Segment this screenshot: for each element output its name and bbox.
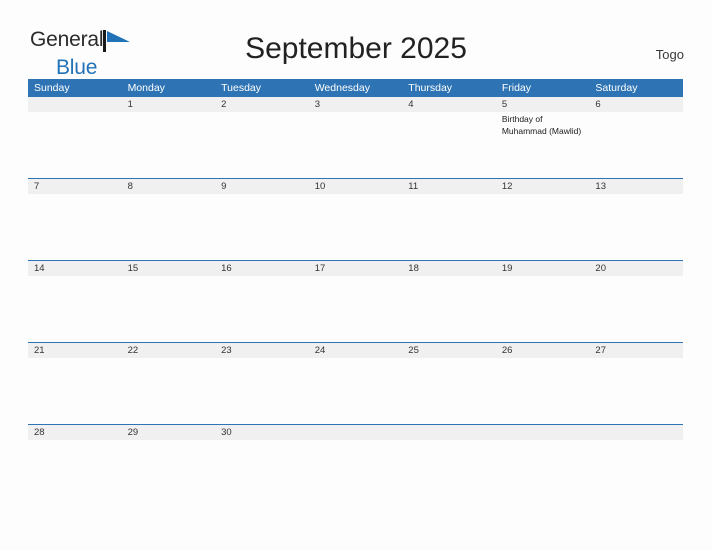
- day-cell[interactable]: 29: [122, 425, 216, 506]
- day-cell[interactable]: 30: [215, 425, 309, 506]
- day-cell[interactable]: 1: [122, 97, 216, 178]
- day-number: 13: [595, 181, 606, 192]
- day-number: [408, 425, 492, 440]
- weekday-header-friday: Friday: [501, 82, 532, 94]
- day-cell[interactable]: 2: [215, 97, 309, 178]
- day-cell[interactable]: 20: [589, 261, 683, 342]
- day-number: 16: [221, 263, 232, 274]
- holiday-label: Birthday of Muhammad (Mawlid): [501, 114, 582, 136]
- day-number: [595, 425, 679, 440]
- day-cell-empty: [402, 425, 496, 506]
- day-cell[interactable]: 10: [309, 179, 403, 260]
- day-cell[interactable]: 9: [215, 179, 309, 260]
- day-number: 8: [127, 181, 133, 192]
- weekday-header-row: Sunday Monday Tuesday Wednesday Thursday…: [28, 79, 683, 97]
- day-number: 15: [127, 263, 139, 274]
- day-cell[interactable]: 3: [309, 97, 403, 178]
- day-cell[interactable]: 13: [589, 179, 683, 260]
- day-number: 18: [408, 263, 419, 274]
- week-cells: 28 29 30: [28, 425, 683, 506]
- day-number: 19: [501, 263, 513, 274]
- day-cell[interactable]: 16: [215, 261, 309, 342]
- day-number: 23: [221, 345, 232, 356]
- day-number: 21: [34, 345, 45, 356]
- calendar-week-row: 1 2 3 4 5 Birthday of Muhammad (Mawlid) 6: [28, 97, 683, 178]
- calendar-week-row: 21 22 23 24 25 26 27: [28, 342, 683, 424]
- day-number: 6: [595, 99, 601, 110]
- day-cell-empty: [28, 97, 122, 178]
- calendar-week-row: 14 15 16 17 18 19 20: [28, 260, 683, 342]
- day-cell[interactable]: 23: [215, 343, 309, 424]
- day-number: [34, 97, 118, 112]
- day-cell[interactable]: 14: [28, 261, 122, 342]
- day-cell[interactable]: 22: [122, 343, 216, 424]
- day-cell[interactable]: 4: [402, 97, 496, 178]
- day-number: 26: [501, 345, 513, 356]
- calendar-week-row: 7 8 9 10 11 12 13: [28, 178, 683, 260]
- locale-label: Togo: [655, 47, 684, 62]
- page-header: General Blue September 2025 Togo: [0, 0, 712, 78]
- calendar-weeks: 1 2 3 4 5 Birthday of Muhammad (Mawlid) 6 7 8 9 10…: [28, 97, 683, 506]
- day-number: 25: [408, 345, 419, 356]
- day-cell-empty: [309, 425, 403, 506]
- day-number: 11: [408, 181, 419, 192]
- day-number: 12: [501, 181, 513, 192]
- day-cell[interactable]: 12: [496, 179, 590, 260]
- day-cell[interactable]: 25: [402, 343, 496, 424]
- day-number: 5: [501, 99, 508, 110]
- weekday-header-monday: Monday: [127, 82, 165, 94]
- week-cells: 21 22 23 24 25 26 27: [28, 343, 683, 424]
- day-number: 27: [595, 345, 606, 356]
- week-cells: 14 15 16 17 18 19 20: [28, 261, 683, 342]
- day-cell-empty: [496, 425, 590, 506]
- day-number: 1: [127, 99, 133, 110]
- day-number: 17: [314, 263, 326, 274]
- day-number: [502, 425, 586, 440]
- day-cell-empty: [589, 425, 683, 506]
- day-number: 3: [314, 99, 320, 110]
- day-number: 22: [127, 345, 139, 356]
- day-cell[interactable]: 17: [309, 261, 403, 342]
- day-number: 7: [34, 181, 40, 192]
- day-number: 20: [595, 263, 606, 274]
- day-cell[interactable]: 24: [309, 343, 403, 424]
- week-cells: 7 8 9 10 11 12 13: [28, 179, 683, 260]
- day-cell[interactable]: 19: [496, 261, 590, 342]
- weekday-header-saturday: Saturday: [595, 82, 638, 94]
- day-cell[interactable]: 27: [589, 343, 683, 424]
- day-cell[interactable]: 26: [496, 343, 590, 424]
- day-cell[interactable]: 6: [589, 97, 683, 178]
- day-cell[interactable]: 8: [122, 179, 216, 260]
- day-cell[interactable]: 5 Birthday of Muhammad (Mawlid): [496, 97, 590, 178]
- day-number: 24: [314, 345, 326, 356]
- day-number: 2: [221, 99, 227, 110]
- week-cells: 1 2 3 4 5 Birthday of Muhammad (Mawlid) 6: [28, 97, 683, 178]
- day-cell[interactable]: 7: [28, 179, 122, 260]
- day-number: 10: [314, 181, 326, 192]
- day-number: 14: [34, 263, 45, 274]
- day-cell[interactable]: 18: [402, 261, 496, 342]
- day-number: 4: [408, 99, 414, 110]
- weekday-header-tuesday: Tuesday: [221, 82, 262, 94]
- day-number: 30: [221, 427, 232, 438]
- day-cell[interactable]: 15: [122, 261, 216, 342]
- day-number: [315, 425, 399, 440]
- page-title: September 2025: [245, 32, 467, 65]
- weekday-header-thursday: Thursday: [408, 82, 453, 94]
- day-events: Birthday of Muhammad (Mawlid): [502, 114, 586, 137]
- weekday-header-sunday: Sunday: [34, 82, 70, 94]
- day-number: 9: [221, 181, 227, 192]
- day-number: 29: [127, 427, 139, 438]
- day-cell[interactable]: 11: [402, 179, 496, 260]
- weekday-header-wednesday: Wednesday: [314, 82, 370, 94]
- day-number: 28: [34, 427, 45, 438]
- calendar-week-row: 28 29 30: [28, 424, 683, 506]
- day-cell[interactable]: 21: [28, 343, 122, 424]
- calendar-grid: Sunday Monday Tuesday Wednesday Thursday…: [28, 79, 683, 506]
- day-cell[interactable]: 28: [28, 425, 122, 506]
